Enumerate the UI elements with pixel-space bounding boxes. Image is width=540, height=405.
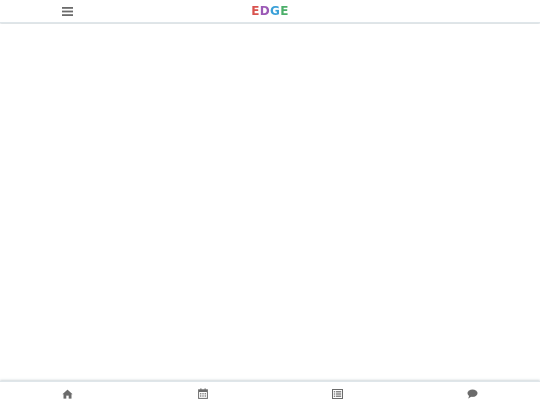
chat-icon [467, 389, 478, 399]
logo-letter: G [270, 4, 281, 18]
app-logo[interactable]: EDGE [0, 4, 540, 19]
nav-calendar[interactable] [135, 382, 270, 405]
app-window: EDGE [0, 0, 540, 405]
logo-letter: E [280, 4, 289, 18]
logo-letter: D [259, 4, 271, 18]
logo-letter: E [251, 4, 260, 18]
bottom-nav [0, 381, 540, 405]
nav-chat[interactable] [405, 382, 540, 405]
nav-home[interactable] [0, 382, 135, 405]
nav-list[interactable] [270, 382, 405, 405]
home-icon [62, 389, 73, 399]
calendar-icon [197, 388, 208, 399]
list-icon [332, 388, 343, 399]
top-bar: EDGE [0, 0, 540, 23]
content-area [0, 24, 540, 381]
